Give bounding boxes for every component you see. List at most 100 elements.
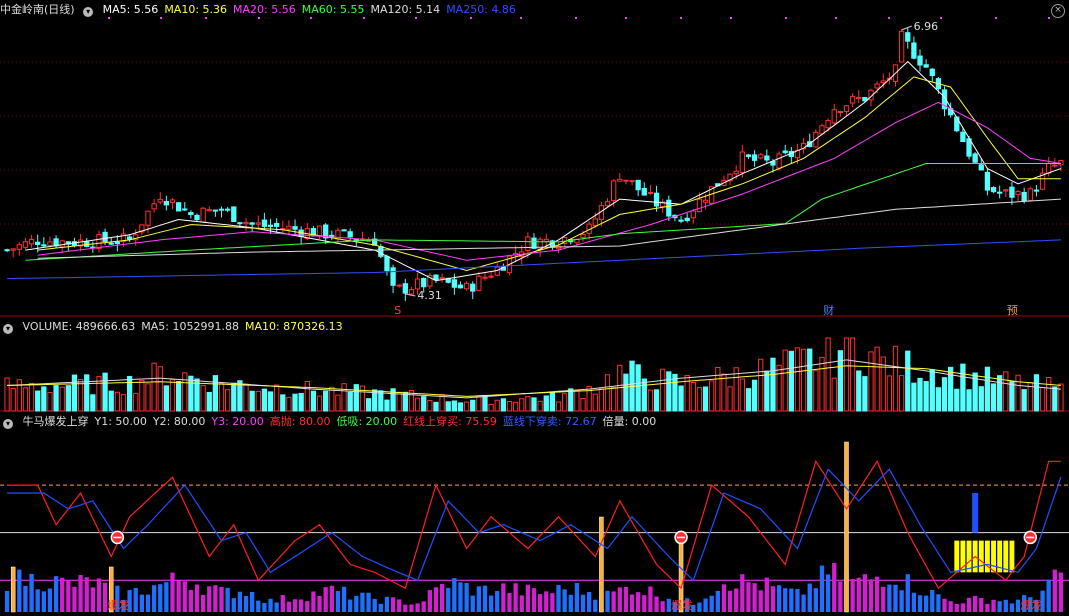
price-panel-header: 中金岭南(日线) ▾ MA5: 5.56 MA10: 5.36 MA20: 5.56… [0,2,528,18]
volume-bar [960,363,966,412]
candle-body [470,283,476,292]
osc-histogram-bar [697,602,702,612]
osc-legend-item-7: 蓝线下穿卖: 72.67 [502,415,597,428]
volume-bar [120,394,127,412]
osc-histogram-bar [200,594,206,612]
candle-body [169,199,176,204]
osc-histogram-bar [47,588,53,612]
volume-bar [231,382,237,412]
candle-body [292,226,298,230]
settings-gear-icon[interactable]: ▾ [83,7,94,17]
volume-bar [696,387,703,412]
osc-histogram-bar [587,591,592,612]
osc-histogram-bar [746,582,751,612]
osc-settings-icon[interactable]: ▾ [3,419,13,429]
volume-bar [353,384,359,412]
candle-body [525,236,531,251]
volume-bar [660,368,666,412]
osc-histogram-bar [23,585,28,612]
volume-bar [175,381,182,412]
candle-body [463,282,470,290]
candle-body [451,279,457,288]
volume-bar [954,388,960,412]
volume-bar [329,386,335,412]
osc-legend-item-5: 低吸: 20.00 [336,415,398,428]
candle-body [16,244,22,250]
candle-body [751,154,758,161]
candle-body [696,198,703,213]
osc-histogram-bar [531,588,537,612]
osc-histogram-bar [286,601,292,612]
volume-bar [794,347,801,412]
volume-bar [427,400,433,412]
osc-histogram-bar [84,577,89,612]
candle-body [923,64,929,68]
candle-body [224,208,231,211]
osc-histogram-bar [409,604,414,612]
osc-yellow-block [1009,540,1015,573]
volume-bar [304,380,310,412]
volume-bar [966,389,972,412]
osc-histogram-bar [513,583,518,612]
candle-body [782,150,788,154]
osc-histogram-bar [53,576,59,612]
close-icon[interactable]: × [1051,4,1065,18]
candle-body [978,164,984,171]
candle-body [22,241,29,248]
volume-bar [4,377,10,412]
osc-legend-item-0: 牛马爆发上穿 [22,415,89,428]
osc-histogram-bar [329,585,334,612]
candle-body [745,154,752,157]
osc-legend-item-4: 高抛: 80.00 [269,415,331,428]
top-tick-mark [995,17,997,19]
volume-bar [647,389,654,412]
volume-bar [776,364,782,412]
osc-yellow-block [978,540,984,573]
osc-histogram-bar [856,577,861,612]
osc-histogram-bar [783,588,788,612]
candle-body [421,277,427,288]
volume-bar [770,357,776,412]
candle-body [604,201,611,207]
osc-histogram-bar [868,579,874,612]
high-price-label: 6.96 [914,20,939,33]
candle-body [880,80,886,83]
osc-histogram-bar [537,594,543,612]
volume-bar [592,393,598,412]
ma-line-ma60 [25,163,1061,261]
volume-bar [1052,386,1058,412]
candle-body [831,109,837,124]
volume-settings-icon[interactable]: ▾ [3,324,13,334]
volume-bar [139,380,145,412]
osc-histogram-bar [973,596,978,612]
osc-histogram-bar [317,595,322,612]
osc-histogram-bar [274,602,279,612]
volume-bar [690,382,696,412]
volume-bar [549,391,556,412]
volume-bar [163,385,170,412]
volume-bar [84,374,90,412]
ma-legend-item-4: MA120: 5.14 [370,3,441,16]
candle-body [378,246,384,257]
stock-chart[interactable]: 6.96 4.31 S 财 预爆发 爆发 爆发 [0,0,1069,616]
volume-bar [849,337,856,412]
osc-histogram-bar [727,590,733,612]
osc-histogram-bar [372,598,377,612]
volume-bar [898,375,905,412]
osc-histogram-bar [611,591,616,612]
volume-bar [555,401,562,412]
volume-bar [470,399,476,412]
volume-bar [525,396,531,412]
volume-bar [1046,376,1052,412]
osc-histogram-bar [709,595,714,612]
osc-histogram-bar [893,584,898,612]
ma-legend-item-0: MA5: 5.56 [102,3,159,16]
osc-histogram-bar [795,588,800,612]
osc-yellow-block [954,540,960,573]
osc-legend-item-3: Y3: 20.00 [211,415,264,428]
candle-body [10,248,16,251]
volume-bar [874,346,880,412]
low-price-label: 4.31 [417,289,442,302]
volume-bar [145,383,151,412]
volume-bar [678,385,684,412]
